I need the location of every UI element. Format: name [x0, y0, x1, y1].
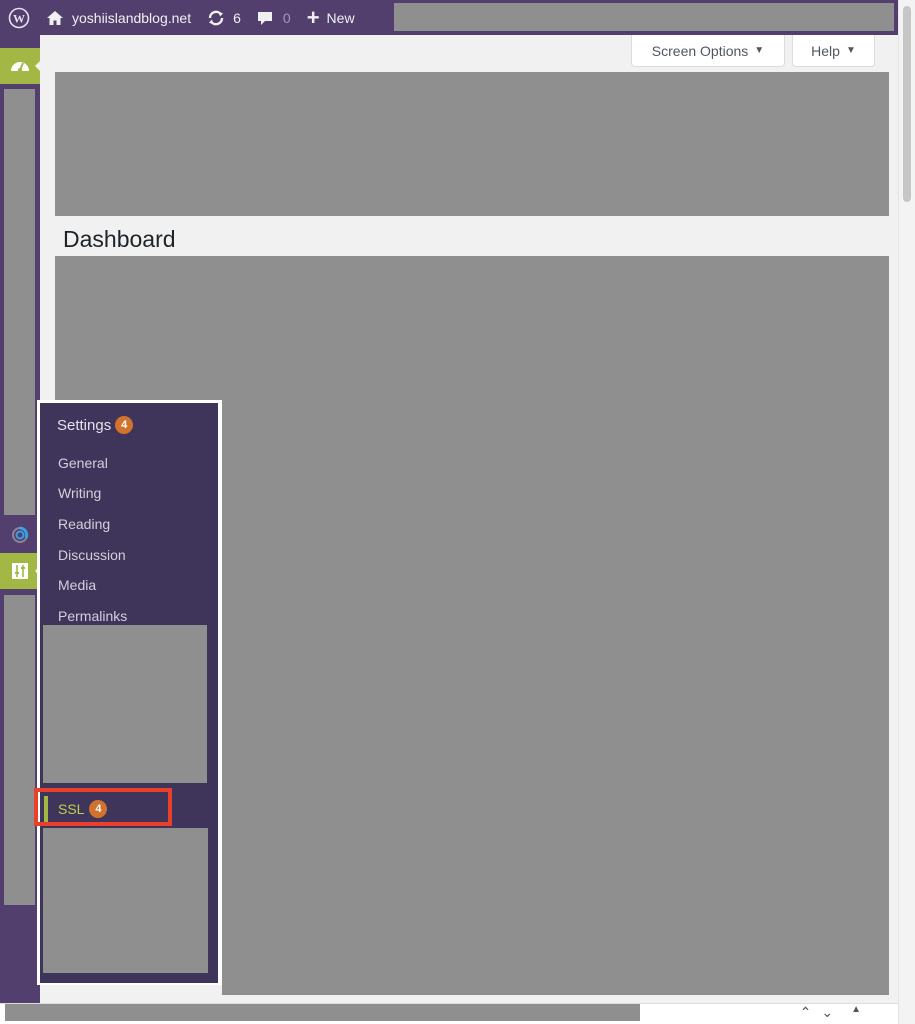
new-content-link[interactable]: + New	[299, 0, 363, 35]
redacted-admin-bar-region	[394, 3, 894, 31]
updates-count: 6	[233, 9, 241, 26]
screen-options-button[interactable]: Screen Options ▼	[631, 35, 785, 67]
settings-title: Settings	[57, 416, 112, 434]
settings-flyout-menu: Settings 4 General Writing Reading Discu…	[37, 400, 222, 985]
flyout-title[interactable]: Settings 4	[57, 416, 134, 434]
submenu-permalinks[interactable]: Permalinks	[58, 608, 127, 624]
submenu-writing[interactable]: Writing	[58, 485, 101, 501]
admin-sidebar	[0, 35, 41, 1005]
chevron-down-icon[interactable]: ⌄	[821, 1004, 833, 1021]
chevron-up-icon[interactable]: ⌃	[800, 1004, 812, 1021]
comments-count: 0	[282, 9, 291, 26]
sidebar-item-dashboard[interactable]	[0, 48, 41, 84]
redacted-status-text	[5, 1004, 640, 1021]
comments-link[interactable]: 0	[249, 0, 299, 35]
updates-icon	[208, 10, 224, 25]
dashboard-icon	[11, 62, 29, 72]
sidebar-item-plugin[interactable]	[0, 517, 40, 553]
comment-icon	[257, 11, 272, 25]
bottom-status-bar	[0, 1003, 898, 1024]
site-name: yoshiislandblog.net	[72, 9, 192, 26]
submenu-reading[interactable]: Reading	[58, 516, 110, 532]
admin-bar: W yoshiislandblog.net 6 0 + New	[0, 0, 900, 35]
flyout-panel: Settings 4 General Writing Reading Discu…	[40, 403, 218, 983]
find-navigation: ⌃ ⌄ ▲	[800, 1004, 861, 1021]
browser-window: W yoshiislandblog.net 6 0 + New Screen O…	[0, 0, 915, 1024]
redacted-submenu-items-lower	[43, 828, 208, 973]
submenu-discussion[interactable]: Discussion	[58, 547, 126, 563]
site-name-link[interactable]: yoshiislandblog.net	[38, 0, 199, 35]
submenu-general[interactable]: General	[58, 455, 108, 471]
scrollbar-thumb[interactable]	[903, 6, 911, 202]
screen-options-label: Screen Options	[651, 42, 749, 59]
redacted-notice-area	[55, 72, 889, 216]
caret-down-icon: ▼	[754, 45, 765, 56]
sidebar-item-settings[interactable]	[0, 553, 41, 589]
redacted-submenu-items	[43, 625, 207, 783]
help-label: Help	[811, 42, 840, 59]
home-icon	[47, 10, 63, 25]
scroll-top-icon[interactable]: ▲	[851, 1004, 861, 1021]
refresh-circle-icon	[12, 526, 29, 543]
updates-link[interactable]: 6	[199, 0, 249, 35]
caret-down-icon: ▼	[845, 45, 856, 56]
vertical-scrollbar[interactable]	[898, 0, 915, 1024]
settings-sliders-icon	[12, 563, 28, 579]
submenu-media[interactable]: Media	[58, 577, 96, 593]
page-title: Dashboard	[63, 226, 176, 252]
plus-icon: +	[306, 4, 320, 30]
help-button[interactable]: Help ▼	[792, 35, 875, 67]
redacted-dashboard-widgets	[222, 290, 889, 995]
redacted-sidebar-menu	[4, 89, 35, 515]
settings-badge: 4	[115, 416, 134, 434]
new-label: New	[326, 9, 355, 26]
svg-text:W: W	[13, 11, 25, 25]
annotation-highlight-box	[34, 788, 172, 826]
wordpress-logo-icon: W	[8, 7, 30, 28]
redacted-sidebar-menu-lower	[4, 595, 35, 905]
wordpress-logo-button[interactable]: W	[0, 0, 38, 35]
